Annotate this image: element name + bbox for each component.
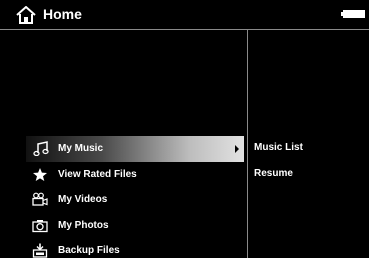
pane-divider xyxy=(247,30,248,258)
menu-item-my-photos[interactable]: My Photos xyxy=(0,213,247,239)
menu-item-label: My Photos xyxy=(58,219,109,231)
menu-item-label: My Videos xyxy=(58,194,108,205)
menu-item-my-music[interactable]: My Music xyxy=(26,136,244,162)
menu-item-label: My Music xyxy=(58,143,104,154)
device-screen: Home My Music View Rated Files My Videos… xyxy=(0,0,369,258)
backup-icon xyxy=(32,243,48,258)
camera-icon xyxy=(32,219,48,232)
menu-item-my-videos[interactable]: My Videos xyxy=(0,187,247,213)
home-icon xyxy=(16,6,36,24)
submenu-item-music-list[interactable]: Music List xyxy=(254,142,303,168)
submenu-item-resume[interactable]: Resume xyxy=(254,168,303,194)
page-title: Home xyxy=(43,6,82,22)
home-menu: My Music View Rated Files My Videos My P… xyxy=(0,136,247,264)
chevron-right-icon xyxy=(235,145,239,153)
menu-item-view-rated-files[interactable]: View Rated Files xyxy=(0,162,247,188)
battery-icon xyxy=(343,10,365,18)
music-note-icon xyxy=(33,141,49,156)
title-bar: Home xyxy=(0,0,369,30)
menu-item-label: Backup Files xyxy=(58,245,120,256)
menu-item-backup-files[interactable]: Backup Files xyxy=(0,238,247,264)
submenu: Music List Resume xyxy=(254,142,303,193)
menu-item-label: View Rated Files xyxy=(58,168,137,180)
star-icon xyxy=(33,167,47,181)
video-camera-icon xyxy=(32,192,48,206)
